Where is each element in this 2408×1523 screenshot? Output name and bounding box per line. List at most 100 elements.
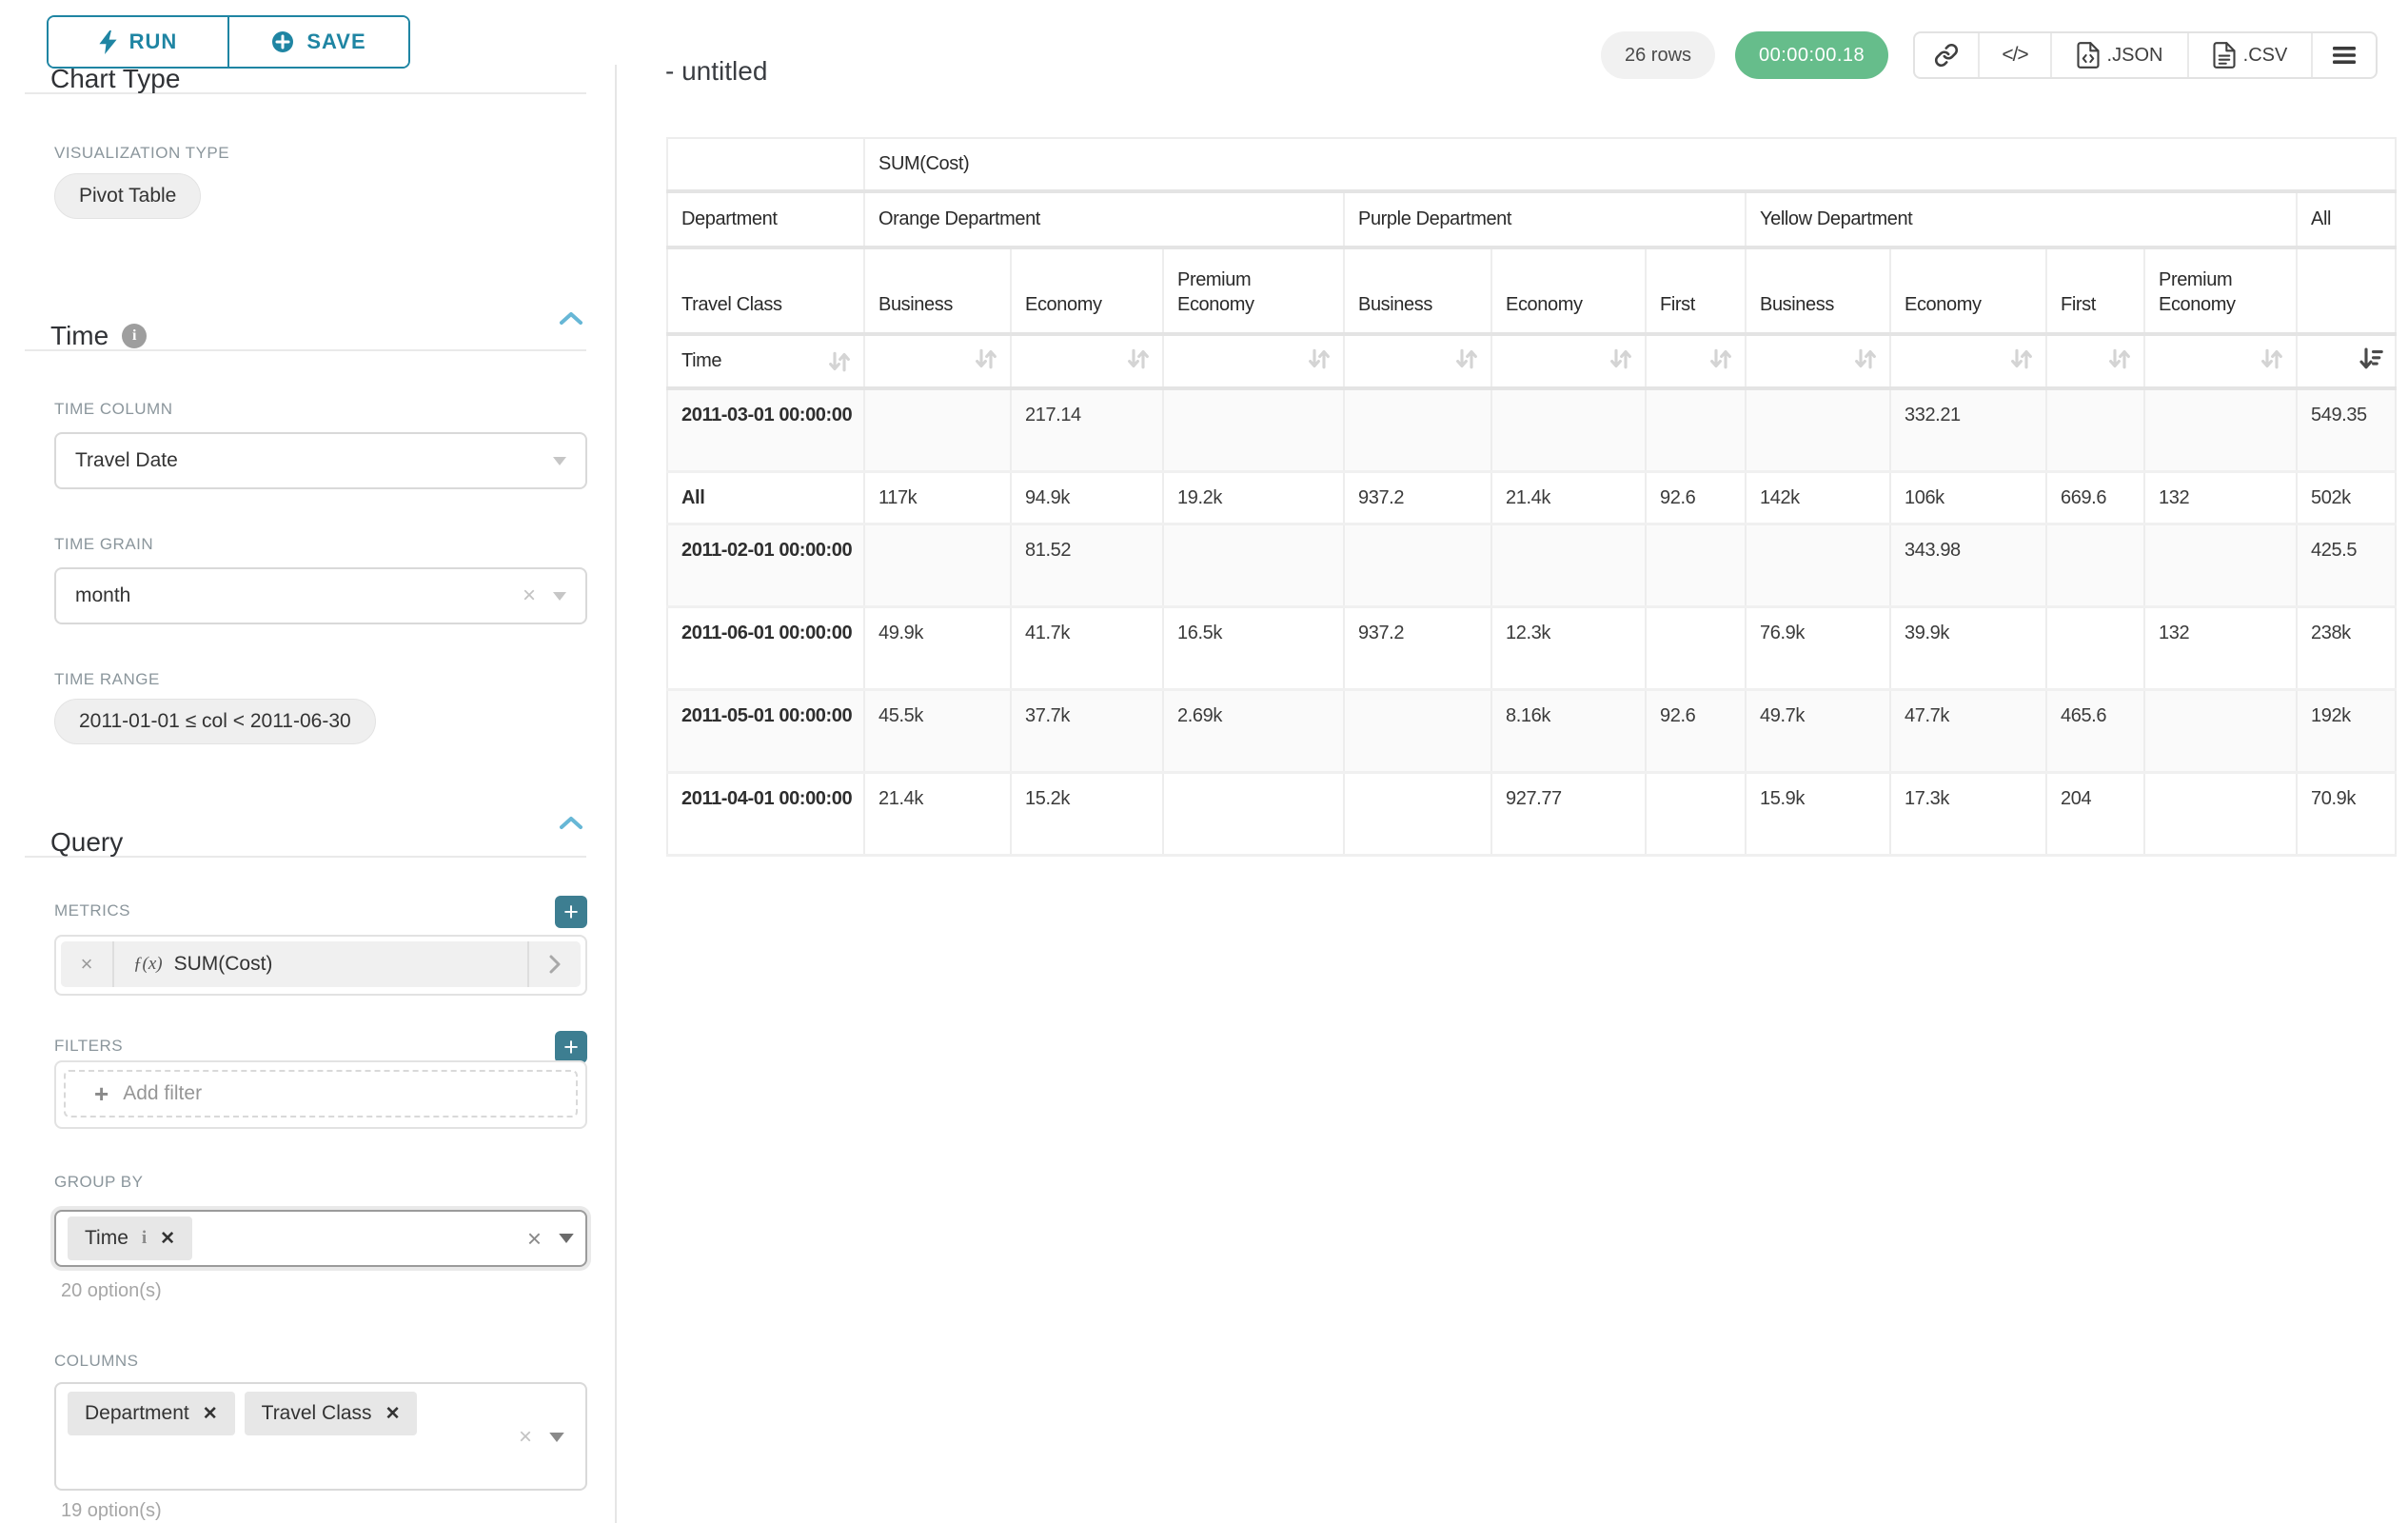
column-leaf-header: Business <box>1344 247 1491 334</box>
time-grain-value: month <box>75 584 130 607</box>
value-cell <box>2144 388 2297 471</box>
file-code-icon <box>2077 42 2100 69</box>
export-json-button[interactable]: .JSON <box>2050 33 2187 77</box>
chart-title[interactable]: - untitled <box>665 56 767 87</box>
column-sort-cell[interactable] <box>1890 334 2046 388</box>
corner-cell <box>667 138 864 191</box>
add-metric-button[interactable]: + <box>555 896 587 928</box>
time-range-pill[interactable]: 2011-01-01 ≤ col < 2011-06-30 <box>54 699 376 744</box>
metric-header-cell: SUM(Cost) <box>864 138 2396 191</box>
save-button-label: SAVE <box>306 30 365 54</box>
add-filter-button[interactable]: + Add filter <box>64 1070 578 1118</box>
sort-toggle-icon <box>825 347 854 376</box>
info-icon[interactable]: i <box>142 1228 147 1249</box>
visualization-type-pill[interactable]: Pivot Table <box>54 173 201 219</box>
query-title-text: Query <box>50 827 123 858</box>
chevron-down-icon <box>559 1234 574 1243</box>
filters-label: FILTERS <box>54 1037 123 1056</box>
value-cell <box>864 388 1011 471</box>
value-cell: 465.6 <box>2046 689 2144 772</box>
remove-tag-icon[interactable]: ✕ <box>203 1403 218 1425</box>
value-cell: 16.5k <box>1163 606 1344 689</box>
clear-icon[interactable]: × <box>527 1226 542 1251</box>
add-filter-plus-button[interactable]: + <box>555 1031 587 1063</box>
export-button-group: </> .JSON .CSV <box>1913 31 2378 79</box>
value-cell <box>2144 689 2297 772</box>
more-options-button[interactable] <box>2311 33 2376 77</box>
column-sort-cell[interactable] <box>1344 334 1491 388</box>
value-cell: 343.98 <box>1890 524 2046 606</box>
time-column-select[interactable]: Travel Date <box>54 432 587 489</box>
row-count-badge: 26 rows <box>1601 31 1715 79</box>
column-sort-cell[interactable] <box>1011 334 1163 388</box>
column-sort-cell[interactable] <box>1491 334 1646 388</box>
run-button-label: RUN <box>129 30 178 54</box>
column-sort-cell[interactable] <box>864 334 1011 388</box>
copy-link-button[interactable] <box>1915 33 1978 77</box>
run-button[interactable]: RUN <box>49 17 227 67</box>
column-leaf-header: Economy <box>1491 247 1646 334</box>
column-sort-cell[interactable] <box>2297 334 2396 388</box>
time-grain-label: TIME GRAIN <box>54 535 153 554</box>
export-csv-button[interactable]: .CSV <box>2187 33 2311 77</box>
embed-code-button[interactable]: </> <box>1978 33 2050 77</box>
link-icon <box>1934 43 1959 68</box>
plus-circle-icon <box>271 30 294 53</box>
column-sort-cell[interactable] <box>2046 334 2144 388</box>
section-title-query: Query <box>50 827 123 858</box>
value-cell: 332.21 <box>1890 388 2046 471</box>
sort-toggle-icon <box>1851 345 1880 373</box>
value-cell <box>1646 772 1746 855</box>
clear-icon[interactable]: × <box>519 1426 532 1449</box>
value-cell <box>1646 606 1746 689</box>
column-sort-cell[interactable] <box>1646 334 1746 388</box>
expand-metric-icon[interactable] <box>527 941 581 987</box>
query-collapse-chevron-icon[interactable] <box>559 815 583 830</box>
time-column-value: Travel Date <box>75 449 178 472</box>
value-cell <box>1163 772 1344 855</box>
value-cell: 39.9k <box>1890 606 2046 689</box>
group-by-tag-time[interactable]: Time i ✕ <box>68 1216 192 1260</box>
metrics-label: METRICS <box>54 901 130 920</box>
columns-select[interactable]: Department ✕ Travel Class ✕ × <box>54 1382 587 1491</box>
value-cell: 19.2k <box>1163 471 1344 524</box>
value-cell <box>1163 524 1344 606</box>
clear-icon[interactable]: × <box>523 584 536 607</box>
info-icon[interactable]: i <box>122 324 147 348</box>
plus-icon: + <box>94 1081 109 1106</box>
table-row: 2011-05-01 00:00:0045.5k37.7k2.69k8.16k9… <box>667 689 2396 772</box>
row-label-cell: 2011-02-01 00:00:00 <box>667 524 864 606</box>
table-row: 2011-03-01 00:00:00217.14332.21549.35 <box>667 388 2396 471</box>
chart-type-title-text: Chart Type <box>50 64 180 94</box>
save-button[interactable]: SAVE <box>227 17 408 67</box>
file-text-icon <box>2213 42 2236 69</box>
column-sort-cell[interactable] <box>1746 334 1890 388</box>
columns-tag-department[interactable]: Department ✕ <box>68 1392 235 1435</box>
col-dimension-label: Travel Class <box>667 247 864 334</box>
panel-toolbar: RUN SAVE <box>0 0 617 65</box>
remove-tag-icon[interactable]: ✕ <box>160 1228 175 1250</box>
time-collapse-chevron-icon[interactable] <box>559 310 583 326</box>
remove-metric-icon[interactable]: × <box>61 941 114 987</box>
value-cell <box>1646 524 1746 606</box>
column-group-header: Purple Department <box>1344 191 1746 247</box>
run-save-button-group: RUN SAVE <box>47 15 410 69</box>
sort-toggle-icon <box>2258 345 2286 373</box>
value-cell: 502k <box>2297 471 2396 524</box>
value-cell: 17.3k <box>1890 772 2046 855</box>
column-sort-cell[interactable] <box>1163 334 1344 388</box>
filters-field: + Add filter <box>54 1060 587 1129</box>
code-icon: </> <box>2002 44 2027 67</box>
sort-toggle-icon <box>1452 345 1481 373</box>
time-title-text: Time <box>50 321 109 351</box>
remove-tag-icon[interactable]: ✕ <box>385 1403 401 1425</box>
columns-tag-travel-class[interactable]: Travel Class ✕ <box>245 1392 418 1435</box>
time-grain-select[interactable]: month × <box>54 567 587 624</box>
group-by-select[interactable]: Time i ✕ × <box>54 1210 587 1267</box>
row-dimension-sort-cell[interactable]: Time <box>667 334 864 388</box>
value-cell: 669.6 <box>2046 471 2144 524</box>
column-sort-cell[interactable] <box>2144 334 2297 388</box>
query-timer-badge: 00:00:00.18 <box>1735 31 1888 79</box>
value-cell: 47.7k <box>1890 689 2046 772</box>
metric-pill[interactable]: × ƒ(x) SUM(Cost) <box>61 941 581 987</box>
